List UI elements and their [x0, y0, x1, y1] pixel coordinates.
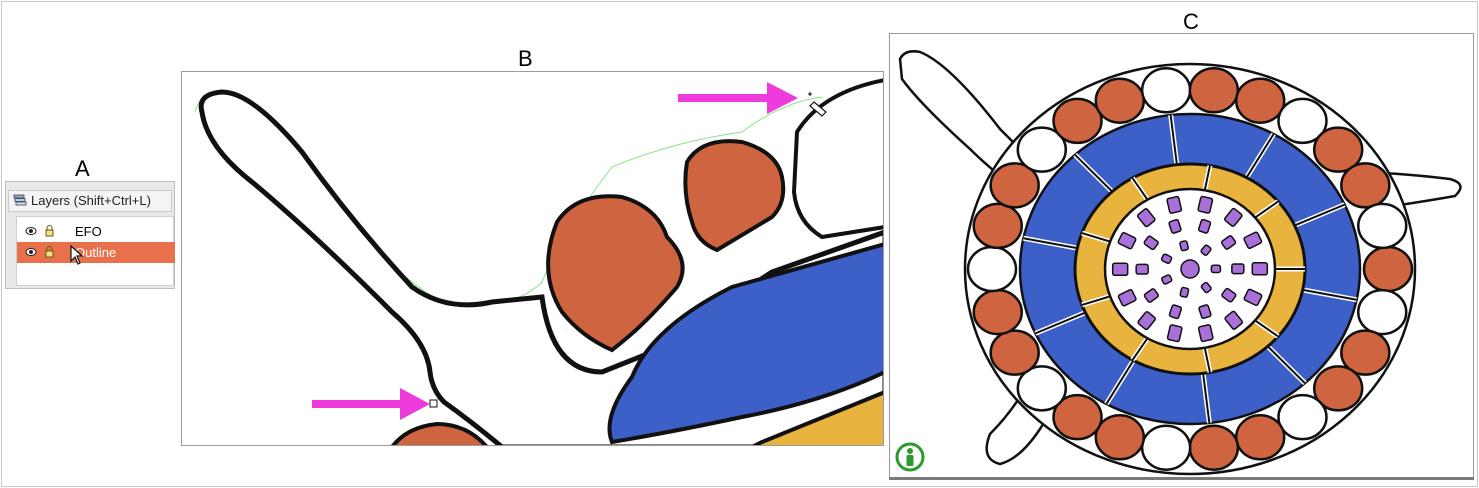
mouse-cursor-icon — [70, 245, 84, 265]
epidermal-cell — [1188, 67, 1240, 114]
cross-section-drawing — [898, 50, 1462, 476]
info-person-icon[interactable] — [895, 442, 925, 472]
epidermal-cell — [1234, 77, 1286, 124]
epidermal-cell — [972, 202, 1024, 250]
eye-icon[interactable] — [25, 247, 37, 257]
epidermal-cell — [1362, 245, 1414, 293]
layer-row-efo[interactable]: EFO — [17, 221, 175, 242]
layers-icon — [13, 194, 27, 206]
panel-label-a: A — [75, 156, 90, 181]
epidermal-cell — [1140, 67, 1192, 114]
epidermal-cell — [966, 245, 1018, 293]
epidermal-cell — [1052, 97, 1103, 145]
epidermal-cell — [1340, 162, 1391, 209]
layers-dialog: Layers (Shift+Ctrl+L) EFO Outline — [5, 181, 175, 289]
epidermal-cell — [1188, 424, 1240, 471]
lock-icon[interactable] — [45, 225, 54, 237]
layers-dialog-title-bar[interactable]: Layers (Shift+Ctrl+L) — [8, 190, 172, 212]
layer-row-outline[interactable]: Outline — [17, 242, 175, 263]
zoom-drawing — [194, 78, 883, 445]
epidermal-cell — [972, 288, 1024, 336]
cross-section-view — [889, 33, 1474, 480]
epidermal-cell — [1356, 288, 1408, 336]
canvas-zoom-view — [181, 71, 884, 446]
epidermal-cell — [1094, 77, 1146, 124]
node-handle-icon — [429, 399, 438, 408]
eye-icon[interactable] — [25, 226, 37, 236]
epidermal-cell — [1277, 393, 1328, 441]
epidermal-cell — [1094, 414, 1146, 461]
arrow-icon — [312, 388, 430, 420]
panel-c-bottom-rule — [889, 477, 1474, 480]
epidermal-cell — [1356, 202, 1408, 250]
panel-label-b: B — [518, 46, 533, 71]
layer-name: EFO — [75, 224, 102, 239]
layers-dialog-title: Layers (Shift+Ctrl+L) — [31, 193, 151, 208]
epidermal-cell — [1140, 424, 1192, 471]
panel-label-c: C — [1183, 9, 1199, 34]
epidermal-cell — [989, 329, 1040, 376]
layers-list: EFO Outline — [16, 216, 175, 286]
lock-icon[interactable] — [45, 246, 54, 258]
epidermal-cell — [1234, 414, 1286, 461]
